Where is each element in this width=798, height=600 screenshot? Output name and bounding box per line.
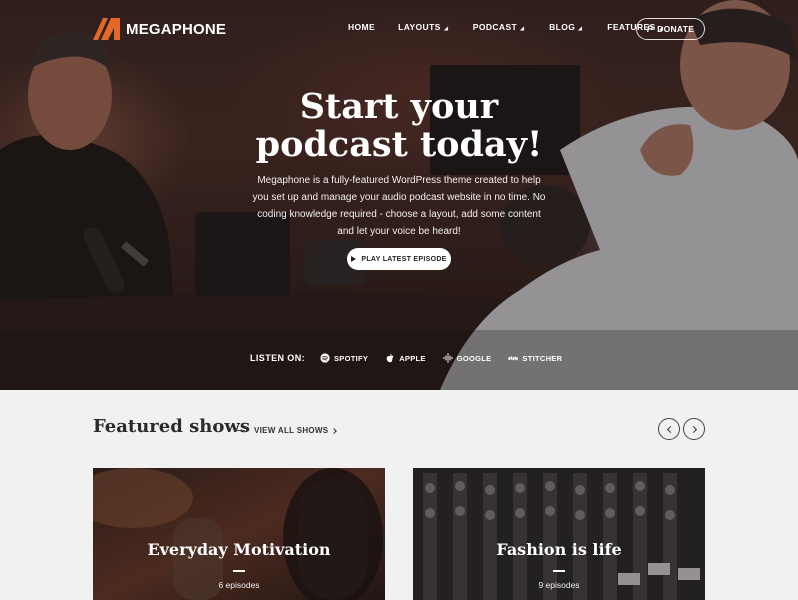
episode-count: 6 episodes (218, 580, 260, 590)
hero-title-line-2: podcast today! (255, 124, 543, 165)
hero-title: Start your podcast today! (200, 88, 598, 164)
platform-google[interactable]: GOOGLE (443, 353, 492, 363)
nav-item-blog[interactable]: BLOG (549, 22, 585, 33)
show-title: Fashion is life (496, 540, 622, 559)
nav-label: PODCAST (472, 22, 518, 32)
nav-label: LAYOUTS (398, 22, 441, 32)
donate-label: DONATE (657, 24, 695, 34)
listen-on-row: LISTEN ON: SPOTIFY APPLE GOOGLE STITCHER (250, 353, 579, 363)
chevron-right-icon (331, 427, 338, 434)
dropdown-caret-icon (578, 25, 585, 33)
site-name: MEGAPHONE (126, 20, 227, 38)
donate-button[interactable]: P DONATE (636, 18, 705, 40)
platform-spotify[interactable]: SPOTIFY (320, 353, 368, 363)
episode-count: 9 episodes (538, 580, 580, 590)
hero-title-line-1: Start your (299, 86, 499, 127)
play-icon (351, 256, 357, 262)
title-divider (234, 430, 245, 431)
dropdown-caret-icon (519, 25, 527, 33)
platform-name: APPLE (399, 353, 426, 363)
platform-name: SPOTIFY (334, 353, 369, 363)
nav-item-home[interactable]: HOME (348, 22, 375, 32)
card-divider (233, 570, 245, 572)
chevron-right-icon (689, 425, 697, 433)
megaphone-logo-icon (93, 18, 120, 40)
platform-name: GOOGLE (456, 353, 492, 363)
listen-on-label: LISTEN ON: (250, 353, 305, 363)
show-card[interactable]: Fashion is life 9 episodes (413, 468, 705, 600)
spotify-icon (320, 353, 330, 363)
play-label: PLAY LATEST EPISODE (361, 255, 447, 263)
chevron-left-icon (666, 425, 674, 433)
carousel-next-button[interactable] (683, 418, 705, 440)
nav-label: BLOG (549, 22, 576, 32)
dropdown-caret-icon (443, 25, 450, 33)
google-podcasts-icon (443, 353, 453, 363)
hero-description: Megaphone is a fully-featured WordPress … (252, 175, 546, 237)
platform-apple[interactable]: APPLE (385, 353, 426, 363)
apple-icon (385, 353, 395, 363)
show-card[interactable]: Everyday Motivation 6 episodes (93, 468, 385, 600)
show-title: Everyday Motivation (147, 540, 331, 559)
card-divider (553, 570, 565, 572)
play-latest-episode-button[interactable]: PLAY LATEST EPISODE (347, 248, 451, 270)
platform-name: STITCHER (522, 353, 563, 363)
nav-label: HOME (348, 22, 376, 32)
featured-shows-title: Featured shows (93, 416, 250, 437)
platform-stitcher[interactable]: STITCHER (508, 353, 562, 363)
view-all-label: VIEW ALL SHOWS (254, 426, 329, 435)
paypal-icon: P (646, 24, 654, 34)
view-all-shows-link[interactable]: VIEW ALL SHOWS (254, 426, 338, 435)
nav-item-layouts[interactable]: LAYOUTS (398, 22, 450, 33)
site-logo[interactable]: MEGAPHONE (93, 18, 226, 40)
stitcher-icon (508, 353, 519, 363)
carousel-prev-button[interactable] (658, 418, 680, 440)
nav-item-podcast[interactable]: PODCAST (472, 22, 527, 33)
